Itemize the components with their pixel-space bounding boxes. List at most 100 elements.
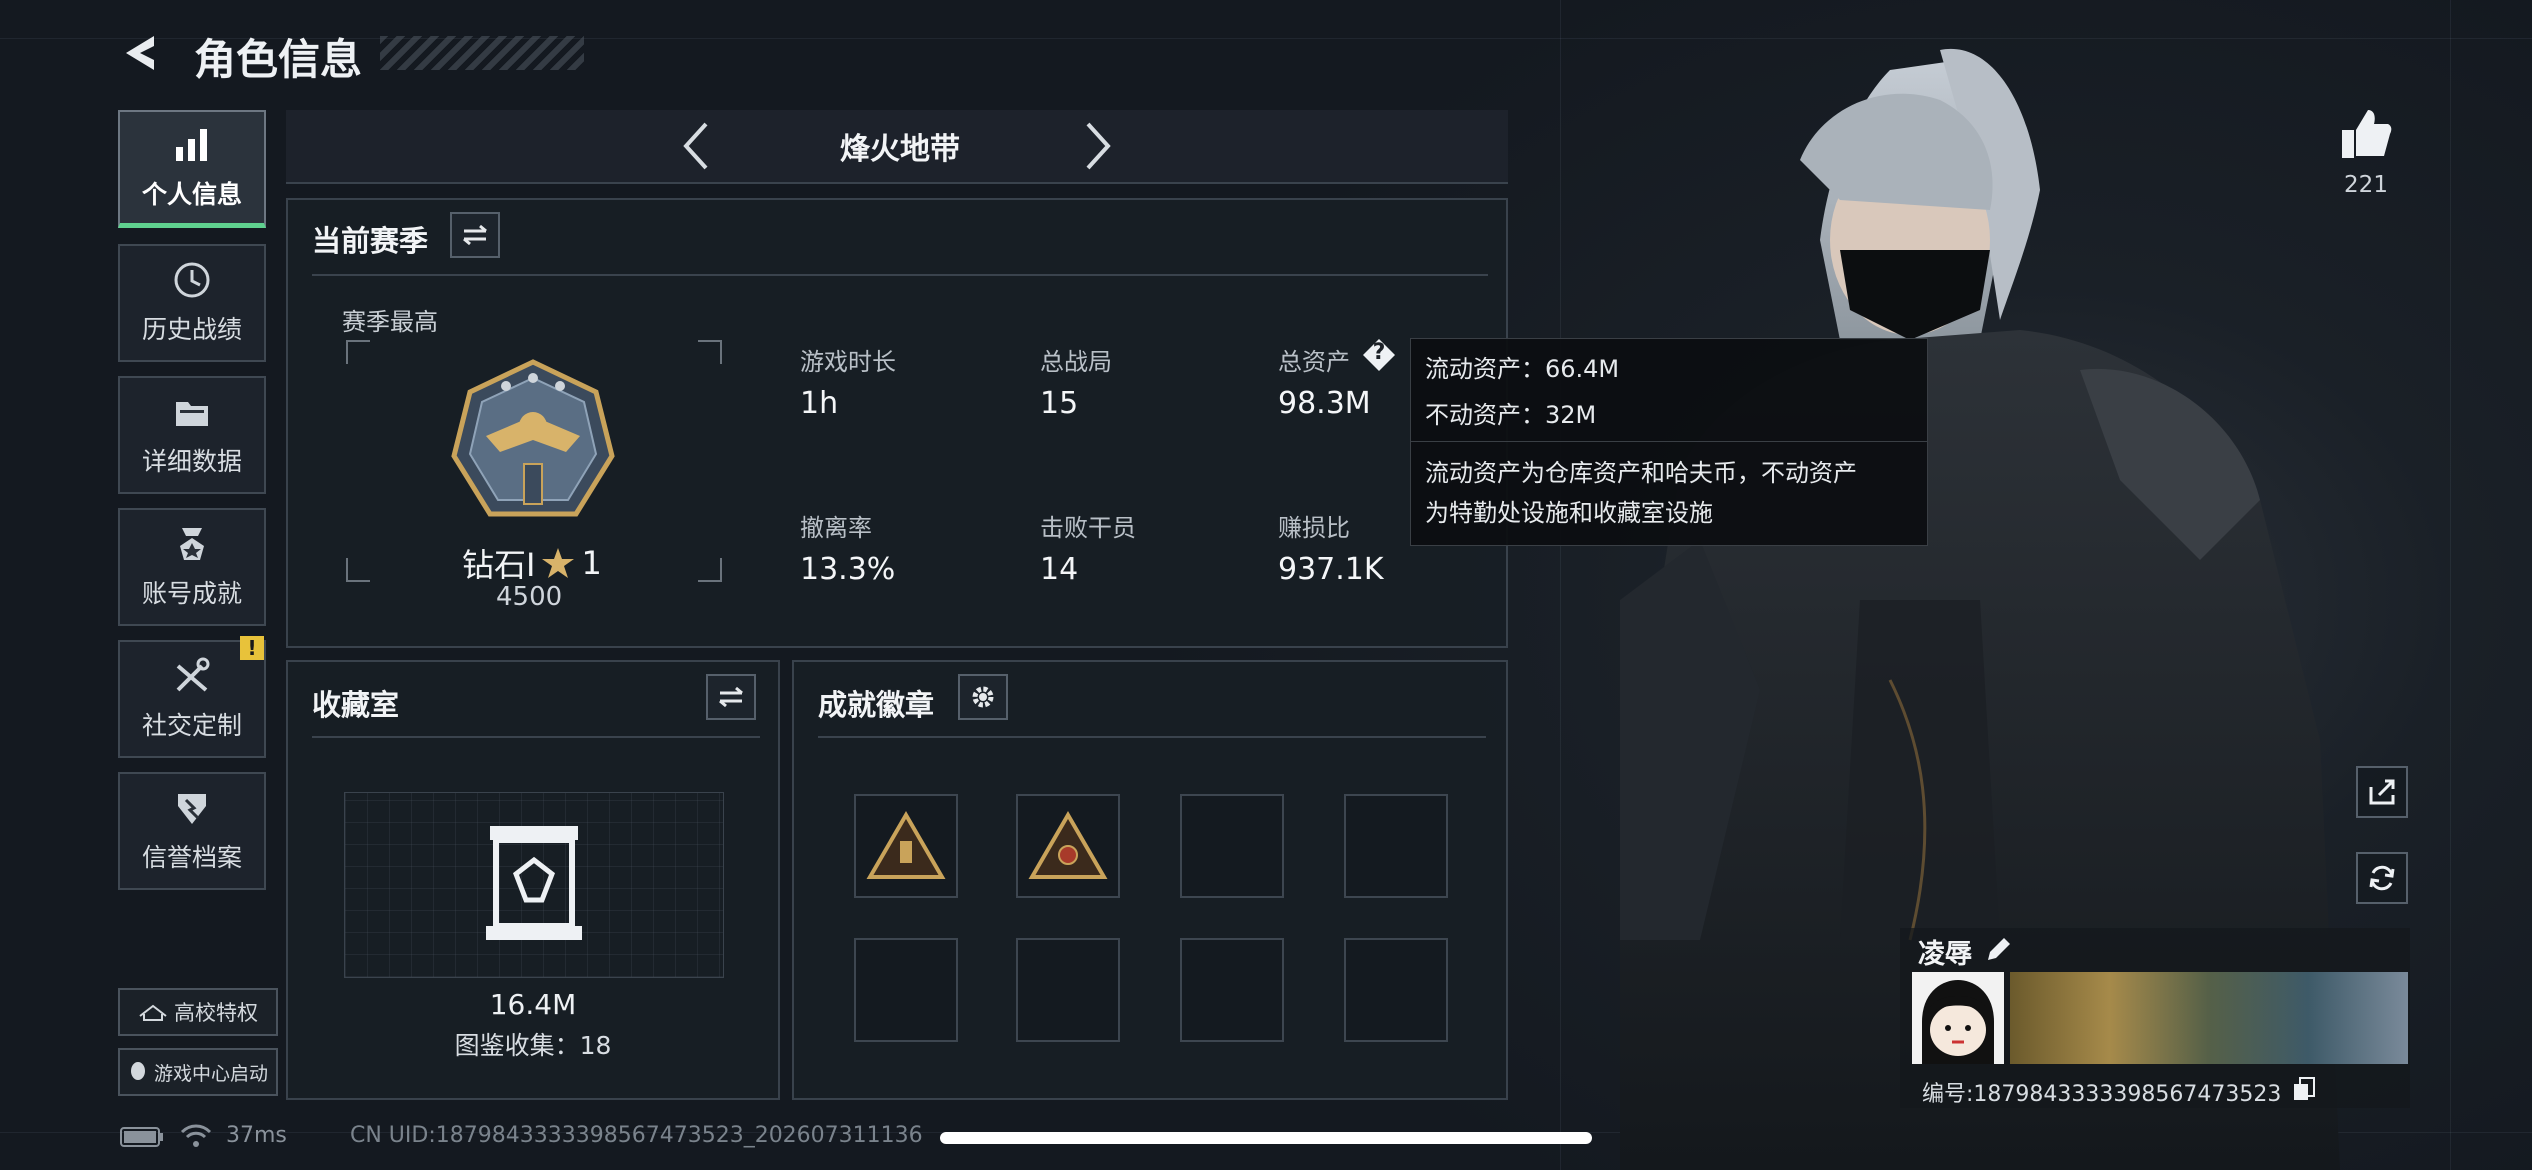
uid-text: CN UID:1879843333398567473523_2026073111… <box>350 1123 923 1148</box>
season-divider <box>312 274 1488 276</box>
folder-icon <box>176 402 208 426</box>
campus-icon <box>139 1004 167 1021</box>
rank-stars: 1 <box>581 544 602 582</box>
swap-icon <box>719 686 743 708</box>
frame-corner <box>346 558 370 582</box>
tooltip-divider <box>1411 441 1927 442</box>
pencil-icon <box>1988 938 2010 960</box>
tooltip-description-1: 流动资产为仓库资产和哈夫币，不动资产 <box>1425 459 1857 487</box>
collection-value: 16.4M <box>489 988 577 1021</box>
home-indicator[interactable] <box>940 1132 1592 1144</box>
collection-switch-button[interactable] <box>706 674 756 720</box>
grid-line <box>2450 0 2451 1170</box>
stat-extract-rate-value: 13.3% <box>800 552 896 587</box>
stat-extract-rate-label: 撤离率 <box>800 514 872 542</box>
share-icon <box>2369 779 2395 805</box>
sidebar-item-label: 个人信息 <box>141 179 242 209</box>
alert-badge: ! <box>240 636 264 660</box>
back-arrow-icon <box>126 36 154 70</box>
stat-profit-ratio-label: 赚损比 <box>1278 514 1350 542</box>
share-button[interactable] <box>2356 766 2408 818</box>
sidebar-item-label: 账号成就 <box>141 579 242 608</box>
like-count: 221 <box>2344 172 2388 198</box>
tooltip-description-2: 为特勤处设施和收藏室设施 <box>1425 499 1713 527</box>
sidebar-item-history[interactable]: 历史战绩 <box>118 244 266 362</box>
sidebar-item-achievements[interactable]: 账号成就 <box>118 508 266 626</box>
chevron-left-icon <box>683 122 708 170</box>
stat-kills-value: 14 <box>1040 552 1079 587</box>
help-mark: ? <box>1372 340 1386 365</box>
collection-count: 图鉴收集：18 <box>454 1031 612 1060</box>
badge-slot-empty[interactable] <box>1344 938 1448 1042</box>
refresh-icon <box>2369 865 2395 891</box>
qq-icon <box>130 1062 145 1080</box>
collection-title: 收藏室 <box>312 688 400 722</box>
sidebar-item-detail-data[interactable]: 详细数据 <box>118 376 266 494</box>
sidebar-item-label: 历史战绩 <box>141 315 242 344</box>
copy-icon <box>2294 1077 2315 1100</box>
stat-matches-value: 15 <box>1040 386 1079 421</box>
stat-assets-label: 总资产 <box>1278 348 1350 376</box>
stat-kills-label: 击败干员 <box>1040 514 1136 542</box>
avatar[interactable] <box>1912 972 2004 1064</box>
achievements-settings-button[interactable] <box>958 674 1008 720</box>
stat-profit-ratio-value: 937.1K <box>1278 552 1384 587</box>
mode-title: 烽火地带 <box>840 132 960 167</box>
frame-corner <box>698 340 722 364</box>
player-banner <box>2010 972 2408 1064</box>
clock-icon <box>174 262 210 298</box>
pyramid-badge-icon <box>1028 811 1108 879</box>
assets-help-button[interactable]: ? <box>1362 338 1396 372</box>
stat-assets-value: 98.3M <box>1278 386 1371 421</box>
game-center-button[interactable]: 游戏中心启动 <box>118 1048 278 1096</box>
wifi-icon <box>180 1124 212 1147</box>
back-button[interactable] <box>118 30 164 76</box>
rank-name: 钻石Ⅰ <box>462 546 536 584</box>
refresh-button[interactable] <box>2356 852 2408 904</box>
tools-icon <box>176 657 210 692</box>
badge-slot-empty[interactable] <box>1180 794 1284 898</box>
avatar-face-icon <box>1922 980 1994 1064</box>
edit-name-button[interactable] <box>1984 934 2014 964</box>
badge-slot-empty[interactable] <box>854 938 958 1042</box>
badge-slot-empty[interactable] <box>1016 938 1120 1042</box>
badge-slot-empty[interactable] <box>1344 794 1448 898</box>
sidebar-item-personal-info[interactable]: 个人信息 <box>118 110 266 228</box>
medal-icon <box>180 528 204 560</box>
collection-divider <box>312 736 760 738</box>
sidebar-item-label: 社交定制 <box>141 711 242 740</box>
stat-playtime-label: 游戏时长 <box>800 348 896 376</box>
tooltip-fixed-assets: 不动资产：32M <box>1425 401 1597 429</box>
tooltip-liquid-assets: 流动资产：66.4M <box>1425 355 1620 383</box>
player-name: 凌辱 <box>1918 939 1972 970</box>
achievements-title: 成就徽章 <box>818 688 935 722</box>
mode-prev-button[interactable] <box>676 118 716 174</box>
player-id: 编号:1879843333398567473523 <box>1922 1082 2282 1107</box>
like-button[interactable] <box>2336 104 2396 164</box>
badge-slot[interactable] <box>854 794 958 898</box>
page-title: 角色信息 <box>194 35 363 84</box>
rank-points: 4500 <box>496 582 563 612</box>
campus-privilege-button[interactable]: 高校特权 <box>118 988 278 1036</box>
shield-icon <box>178 794 206 824</box>
display-case-icon <box>486 826 582 940</box>
stat-playtime-value: 1h <box>800 386 839 421</box>
copy-id-button[interactable] <box>2292 1076 2316 1102</box>
season-title: 当前赛季 <box>312 224 429 258</box>
season-switch-button[interactable] <box>450 212 500 258</box>
rank-emblem-icon <box>451 359 615 517</box>
thumbs-up-icon <box>2342 110 2392 158</box>
rank-name-row: 钻石Ⅰ 1 <box>462 540 602 586</box>
achievements-divider <box>818 736 1486 738</box>
pyramid-badge-icon <box>866 811 946 879</box>
badge-slot[interactable] <box>1016 794 1120 898</box>
frame-corner <box>698 558 722 582</box>
sidebar-item-reputation[interactable]: 信誉档案 <box>118 772 266 890</box>
star-icon <box>542 548 575 578</box>
game-center-label: 游戏中心启动 <box>153 1062 268 1085</box>
stat-matches-label: 总战局 <box>1040 348 1112 376</box>
gear-icon <box>972 686 994 708</box>
mode-next-button[interactable] <box>1078 118 1118 174</box>
ping-value: 37ms <box>226 1123 287 1148</box>
badge-slot-empty[interactable] <box>1180 938 1284 1042</box>
